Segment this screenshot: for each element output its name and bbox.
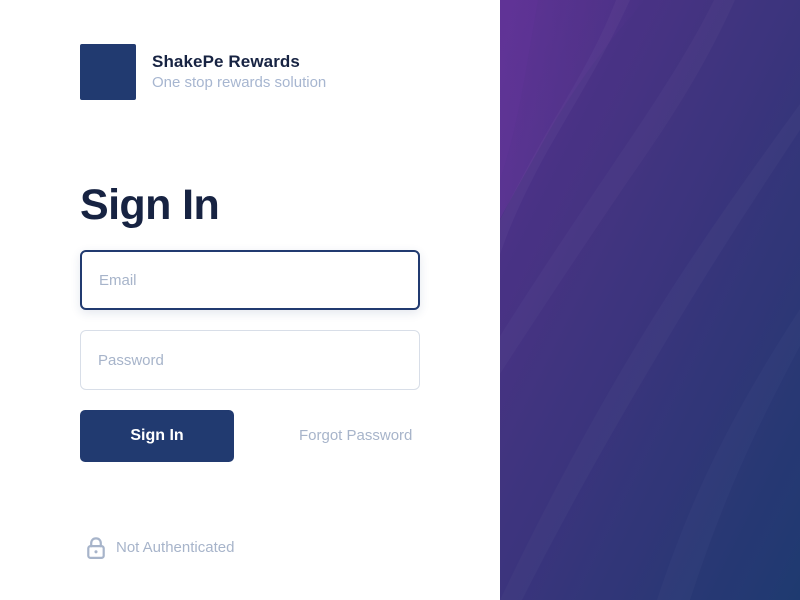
email-field[interactable] [80, 250, 420, 310]
brand-text: ShakePe Rewards One stop rewards solutio… [152, 52, 326, 92]
brand-header: ShakePe Rewards One stop rewards solutio… [80, 44, 326, 100]
password-field[interactable] [80, 330, 420, 390]
auth-status-text: Not Authenticated [116, 539, 235, 556]
brand-logo [80, 44, 136, 100]
sign-in-button[interactable]: Sign In [80, 410, 234, 462]
page-title: Sign In [80, 181, 220, 229]
auth-status: Not Authenticated [86, 536, 234, 560]
sign-in-page: ShakePe Rewards One stop rewards solutio… [0, 0, 800, 600]
sign-in-panel: ShakePe Rewards One stop rewards solutio… [0, 0, 500, 600]
forgot-password-link[interactable]: Forgot Password [299, 426, 412, 446]
decorative-background [500, 0, 800, 600]
decorative-side-panel [500, 0, 800, 600]
brand-name: ShakePe Rewards [152, 52, 300, 71]
brand-tagline: One stop rewards solution [152, 74, 327, 91]
lock-icon [87, 537, 105, 560]
